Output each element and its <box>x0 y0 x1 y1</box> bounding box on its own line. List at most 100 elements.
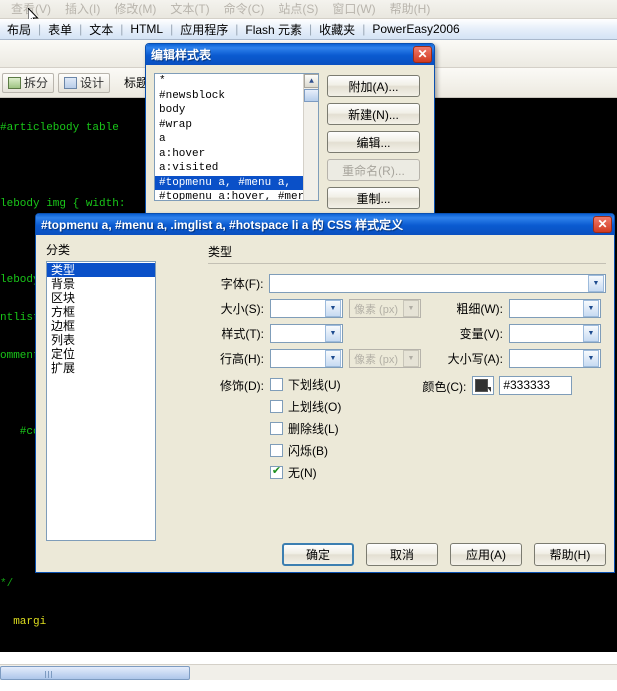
edit-style-sheet-titlebar[interactable]: 编辑样式表 ✕ <box>146 44 434 65</box>
none-checkbox[interactable] <box>270 466 283 479</box>
split-view-icon <box>8 76 21 89</box>
underline-checkbox-row[interactable]: 下划线(U) <box>270 376 341 393</box>
list-vertical-scrollbar[interactable]: ▲ <box>303 74 318 200</box>
insert-tab-powereasy[interactable]: PowerEasy2006 <box>365 22 466 36</box>
ok-button[interactable]: 确定 <box>282 543 354 566</box>
close-icon[interactable]: ✕ <box>413 46 432 63</box>
list-item[interactable]: a <box>155 132 318 147</box>
list-item[interactable]: #topmenu a:hover, #mer <box>155 190 318 200</box>
scroll-up-icon[interactable]: ▲ <box>304 74 318 88</box>
list-item[interactable]: a:visited <box>155 161 318 176</box>
none-checkbox-row[interactable]: 无(N) <box>270 464 341 481</box>
split-view-button[interactable]: 拆分 <box>2 72 55 93</box>
new-button[interactable]: 新建(N)... <box>327 103 420 125</box>
chevron-down-icon: ▼ <box>583 350 599 367</box>
lineheight-case-row: 行高(H): ▼ 像素 (px) ▼ 大小写(A): ▼ <box>208 349 606 368</box>
list-item[interactable]: * <box>155 74 318 89</box>
category-item-list[interactable]: 列表 <box>47 333 155 347</box>
insert-tab-html[interactable]: HTML <box>123 22 170 36</box>
category-item-type[interactable]: 类型 <box>47 263 155 277</box>
blink-checkbox[interactable] <box>270 444 283 457</box>
category-item-box[interactable]: 方框 <box>47 305 155 319</box>
menu-item-help[interactable]: 帮助(H) <box>383 0 438 19</box>
decoration-label: 修饰(D): <box>220 379 264 393</box>
chevron-down-icon: ▼ <box>325 350 341 367</box>
menu-item-commands[interactable]: 命令(C) <box>217 0 272 19</box>
font-variant-select[interactable]: ▼ <box>509 324 601 343</box>
category-item-border[interactable]: 边框 <box>47 319 155 333</box>
list-item[interactable]: a:hover <box>155 147 318 162</box>
menu-bar: 查看(V) 插入(I) 修改(M) 文本(T) 命令(C) 站点(S) 窗口(W… <box>0 0 617 19</box>
chevron-down-icon <box>487 387 492 392</box>
line-height-select[interactable]: ▼ <box>270 349 343 368</box>
font-weight-select[interactable]: ▼ <box>509 299 601 318</box>
underline-checkbox[interactable] <box>270 378 283 391</box>
close-icon[interactable]: ✕ <box>593 216 612 233</box>
blink-checkbox-row[interactable]: 闪烁(B) <box>270 442 341 459</box>
scrollbar-thumb[interactable] <box>304 89 318 102</box>
line-height-unit-select: 像素 (px) ▼ <box>349 349 421 368</box>
font-style-select[interactable]: ▼ <box>270 324 343 343</box>
insert-tab-layout[interactable]: 布局 <box>0 21 38 38</box>
insert-tab-application[interactable]: 应用程序 <box>173 21 235 38</box>
color-hex-input[interactable]: #333333 <box>499 376 573 395</box>
apply-button[interactable]: 应用(A) <box>450 543 522 566</box>
insert-tab-favorites[interactable]: 收藏夹 <box>312 21 362 38</box>
text-transform-select[interactable]: ▼ <box>509 349 601 368</box>
overline-checkbox-row[interactable]: 上划线(O) <box>270 398 341 415</box>
menu-item-text[interactable]: 文本(T) <box>163 0 216 19</box>
insert-tab-forms[interactable]: 表单 <box>41 21 79 38</box>
menu-item-insert[interactable]: 插入(I) <box>58 0 107 19</box>
overline-label: 上划线(O) <box>288 400 342 414</box>
overline-checkbox[interactable] <box>270 400 283 413</box>
css-rule-definition-dialog[interactable]: #topmenu a, #menu a, .imglist a, #hotspa… <box>35 213 615 573</box>
list-item[interactable]: body <box>155 103 318 118</box>
category-item-block[interactable]: 区块 <box>47 291 155 305</box>
category-item-positioning[interactable]: 定位 <box>47 347 155 361</box>
list-item[interactable]: #newsblock <box>155 89 318 104</box>
design-view-button[interactable]: 设计 <box>58 72 111 93</box>
scrollbar-thumb[interactable] <box>0 666 190 680</box>
insert-bar: 布局 | 表单 | 文本 | HTML | 应用程序 | Flash 元素 | 收藏夹 | P… <box>0 19 617 40</box>
category-item-background[interactable]: 背景 <box>47 277 155 291</box>
insert-tab-flash-elements[interactable]: Flash 元素 <box>238 21 309 38</box>
insert-tab-text[interactable]: 文本 <box>82 21 120 38</box>
category-list[interactable]: 类型 背景 区块 方框 边框 列表 定位 扩展 <box>46 261 156 541</box>
duplicate-button[interactable]: 重制... <box>327 187 420 209</box>
menu-item-site[interactable]: 站点(S) <box>271 0 325 19</box>
menu-item-window[interactable]: 窗口(W) <box>325 0 382 19</box>
help-button[interactable]: 帮助(H) <box>534 543 606 566</box>
style-rules-list[interactable]: * #newsblock body #wrap a a:hover a:visi… <box>154 73 319 201</box>
edit-style-sheet-dialog[interactable]: 编辑样式表 ✕ * #newsblock body #wrap a a:hove… <box>145 43 435 221</box>
design-view-icon <box>64 76 78 89</box>
code-line: nt h3 <box>0 651 617 652</box>
edit-style-sheet-body: * #newsblock body #wrap a a:hover a:visi… <box>146 65 434 209</box>
design-view-label: 设计 <box>80 76 105 90</box>
edit-button[interactable]: 编辑... <box>327 131 420 153</box>
code-horizontal-scrollbar[interactable] <box>0 664 617 680</box>
font-row: 字体(F): ▼ <box>208 274 606 293</box>
style-label: 样式(T): <box>221 327 264 341</box>
underline-label: 下划线(U) <box>288 378 341 392</box>
font-label: 字体(F): <box>220 277 264 291</box>
linethrough-checkbox[interactable] <box>270 422 283 435</box>
css-rule-titlebar[interactable]: #topmenu a, #menu a, .imglist a, #hotspa… <box>36 214 614 235</box>
font-size-select[interactable]: ▼ <box>270 299 343 318</box>
none-label: 无(N) <box>288 466 317 480</box>
list-item-selected[interactable]: #topmenu a, #menu a, <box>155 175 318 190</box>
color-picker-button[interactable] <box>472 376 495 395</box>
chevron-down-icon: ▼ <box>583 300 599 317</box>
menu-item-modify[interactable]: 修改(M) <box>107 0 163 19</box>
cancel-button[interactable]: 取消 <box>366 543 438 566</box>
linethrough-checkbox-row[interactable]: 删除线(L) <box>270 420 341 437</box>
weight-label: 粗细(W): <box>456 302 503 316</box>
size-weight-row: 大小(S): ▼ 像素 (px) ▼ 粗细(W): ▼ <box>208 299 606 318</box>
color-label: 颜色(C): <box>422 380 467 394</box>
attach-button[interactable]: 附加(A)... <box>327 75 420 97</box>
font-family-select[interactable]: ▼ <box>269 274 606 293</box>
type-pane: 类型 字体(F): ▼ 大小(S): ▼ 像素 (px) ▼ 粗细(W): ▼ … <box>208 243 606 486</box>
pane-title: 类型 <box>208 245 233 259</box>
category-item-extensions[interactable]: 扩展 <box>47 361 155 375</box>
list-item[interactable]: #wrap <box>155 118 318 133</box>
style-variant-row: 样式(T): ▼ 变量(V): ▼ <box>208 324 606 343</box>
